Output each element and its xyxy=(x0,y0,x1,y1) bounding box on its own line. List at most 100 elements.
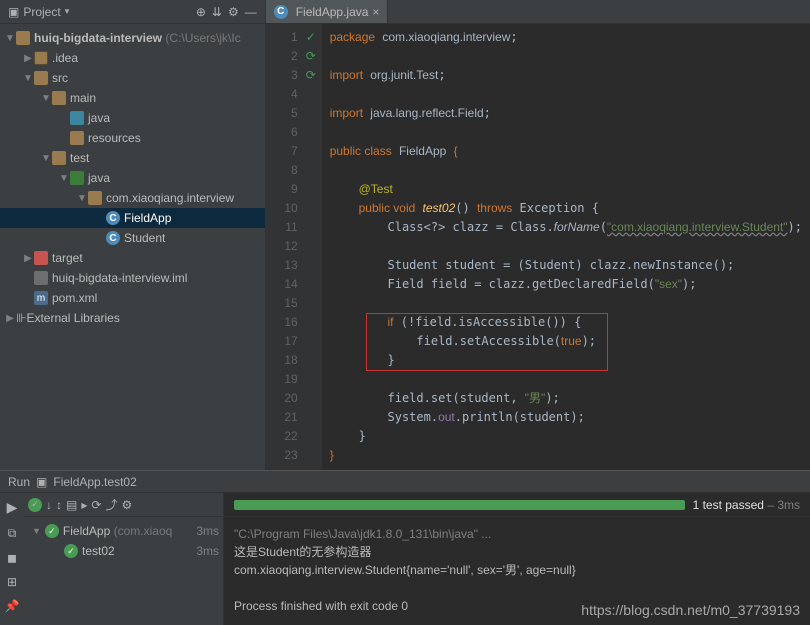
test-duration: 3ms xyxy=(196,524,223,538)
history-icon[interactable]: ⟳ xyxy=(91,498,101,512)
collapse-icon[interactable]: ⇊ xyxy=(212,5,222,19)
source-folder-icon xyxy=(70,111,84,125)
tree-ext-libs[interactable]: ▶ ⊪ External Libraries xyxy=(0,308,265,328)
test-tree: ✓ ↓ ↕ ▤ ▸ ⟳ ⤴ ⚙ ▼ ✓ FieldApp (com.xiaoq … xyxy=(24,493,224,625)
chevron-down-icon[interactable]: ▼ xyxy=(32,526,41,536)
test-tree-header: ✓ ↓ ↕ ▤ ▸ ⟳ ⤴ ⚙ xyxy=(24,493,223,517)
editor-tab-fieldapp[interactable]: C FieldApp.java × xyxy=(266,0,389,23)
editor-panel: C FieldApp.java × 1234567891011121314151… xyxy=(266,0,810,470)
tree-main[interactable]: ▼ main xyxy=(0,88,265,108)
chevron-down-icon[interactable]: ▼ xyxy=(58,173,70,184)
file-icon xyxy=(34,271,48,285)
export-icon[interactable]: ⤴ xyxy=(105,496,117,513)
test-duration: 3ms xyxy=(196,544,223,558)
resources-folder-icon xyxy=(70,131,84,145)
chevron-down-icon[interactable]: ▼ xyxy=(40,93,52,104)
tree-label: java xyxy=(88,111,110,125)
test-tree-root[interactable]: ▼ ✓ FieldApp (com.xiaoq 3ms xyxy=(24,521,223,541)
tests-passed-label: 1 test passed xyxy=(693,498,764,512)
filter-icon[interactable]: ↓ xyxy=(46,498,52,512)
tree-iml[interactable]: ▶ huiq-bigdata-interview.iml xyxy=(0,268,265,288)
tree-label: com.xiaoqiang.interview xyxy=(106,191,234,205)
tree-label: FieldApp xyxy=(124,211,171,225)
test-tree-item[interactable]: ✓ test02 3ms xyxy=(24,541,223,561)
line-gutter: 1234567891011121314151617181920212223 xyxy=(266,24,306,470)
toggle-icon[interactable]: ⧉ xyxy=(8,526,17,541)
chevron-right-icon[interactable]: ▶ xyxy=(22,53,34,64)
rerun-icon[interactable]: ▶ xyxy=(7,499,18,516)
class-icon: C xyxy=(106,231,120,245)
tree-fieldapp[interactable]: ▶ C FieldApp xyxy=(0,208,265,228)
tree-label: test xyxy=(70,151,89,165)
folder-icon xyxy=(52,91,66,105)
project-panel: ▣ Project ▾ ⊕ ⇊ ⚙ — ▼ huiq-bigdata-inter… xyxy=(0,0,266,470)
chevron-down-icon[interactable]: ▼ xyxy=(76,193,88,204)
tree-root-path: (C:\Users\jk\Ic xyxy=(165,31,240,45)
tree-java-main[interactable]: ▶ java xyxy=(0,108,265,128)
console-line: com.xiaoqiang.interview.Student{name='nu… xyxy=(234,561,800,579)
run-config-name: FieldApp.test02 xyxy=(53,475,136,489)
run-header: Run ▣ FieldApp.test02 xyxy=(0,471,810,493)
tree-label: target xyxy=(52,251,83,265)
test-progress-row: 1 test passed – 3ms xyxy=(224,493,810,517)
ok-icon: ✓ xyxy=(45,524,59,538)
tree-target[interactable]: ▶ target xyxy=(0,248,265,268)
tree-package[interactable]: ▼ com.xiaoqiang.interview xyxy=(0,188,265,208)
tree-label: src xyxy=(52,71,68,85)
folder-icon xyxy=(34,71,48,85)
gear-icon[interactable]: ⚙ xyxy=(228,5,239,19)
progress-bar xyxy=(234,500,685,510)
tree-test[interactable]: ▼ test xyxy=(0,148,265,168)
gutter-marks: ✓⟳⟳ xyxy=(306,24,322,470)
excluded-folder-icon xyxy=(34,251,48,265)
sort-icon[interactable]: ↕ xyxy=(56,498,62,512)
tree-root[interactable]: ▼ huiq-bigdata-interview (C:\Users\jk\Ic xyxy=(0,28,265,48)
maven-icon: m xyxy=(34,291,48,305)
chevron-down-icon[interactable]: ▼ xyxy=(40,153,52,164)
chevron-down-icon[interactable]: ▼ xyxy=(22,73,34,84)
console-line: 这是Student的无参构造器 xyxy=(234,543,800,561)
console-output[interactable]: "C:\Program Files\Java\jdk1.8.0_131\bin\… xyxy=(224,517,810,625)
tree-src[interactable]: ▼ src xyxy=(0,68,265,88)
tree-student[interactable]: ▶ C Student xyxy=(0,228,265,248)
collapse-icon[interactable]: ▸ xyxy=(81,498,87,512)
tree-idea[interactable]: ▶ .idea xyxy=(0,48,265,68)
console-cmd: "C:\Program Files\Java\jdk1.8.0_131\bin\… xyxy=(234,527,491,541)
tree-label: Student xyxy=(124,231,165,245)
folder-icon xyxy=(34,51,48,65)
tests-duration: 3ms xyxy=(777,498,800,512)
project-panel-title[interactable]: ▣ Project ▾ xyxy=(8,5,192,19)
close-tab-icon[interactable]: × xyxy=(372,5,379,19)
chevron-down-icon[interactable]: ▼ xyxy=(4,33,16,44)
folder-icon xyxy=(52,151,66,165)
class-icon: C xyxy=(106,211,120,225)
hide-icon[interactable]: — xyxy=(245,5,257,19)
editor-body[interactable]: 1234567891011121314151617181920212223 ✓⟳… xyxy=(266,24,810,470)
run-label: Run xyxy=(8,475,30,489)
chevron-right-icon[interactable]: ▶ xyxy=(22,253,34,264)
tree-label: java xyxy=(88,171,110,185)
project-tool-icon: ▣ xyxy=(8,5,19,19)
editor-tabs: C FieldApp.java × xyxy=(266,0,810,24)
tree-label: resources xyxy=(88,131,141,145)
tree-java-test[interactable]: ▼ java xyxy=(0,168,265,188)
watermark: https://blog.csdn.net/m0_37739193 xyxy=(581,601,800,619)
stop-icon[interactable]: ◼ xyxy=(7,551,17,565)
target-icon[interactable]: ⊕ xyxy=(196,5,206,19)
code-area[interactable]: package com.xiaoqiang.interview; import … xyxy=(322,24,810,470)
layout-icon[interactable]: ⊞ xyxy=(7,575,17,589)
pin-icon[interactable]: 📌 xyxy=(5,599,20,613)
run-config-icon[interactable]: ▣ xyxy=(36,475,47,489)
chevron-right-icon[interactable]: ▶ xyxy=(4,313,16,324)
project-tree[interactable]: ▼ huiq-bigdata-interview (C:\Users\jk\Ic… xyxy=(0,24,265,470)
tree-label: .idea xyxy=(52,51,78,65)
run-console: 1 test passed – 3ms "C:\Program Files\Ja… xyxy=(224,493,810,625)
expand-icon[interactable]: ▤ xyxy=(66,498,77,512)
test-class-hint: (com.xiaoq xyxy=(114,524,173,538)
dropdown-icon[interactable]: ▾ xyxy=(65,6,70,17)
library-icon: ⊪ xyxy=(16,311,26,325)
tree-label: huiq-bigdata-interview.iml xyxy=(52,271,187,285)
tree-resources[interactable]: ▶ resources xyxy=(0,128,265,148)
tree-pom[interactable]: ▶ m pom.xml xyxy=(0,288,265,308)
gear-icon[interactable]: ⚙ xyxy=(121,498,132,512)
